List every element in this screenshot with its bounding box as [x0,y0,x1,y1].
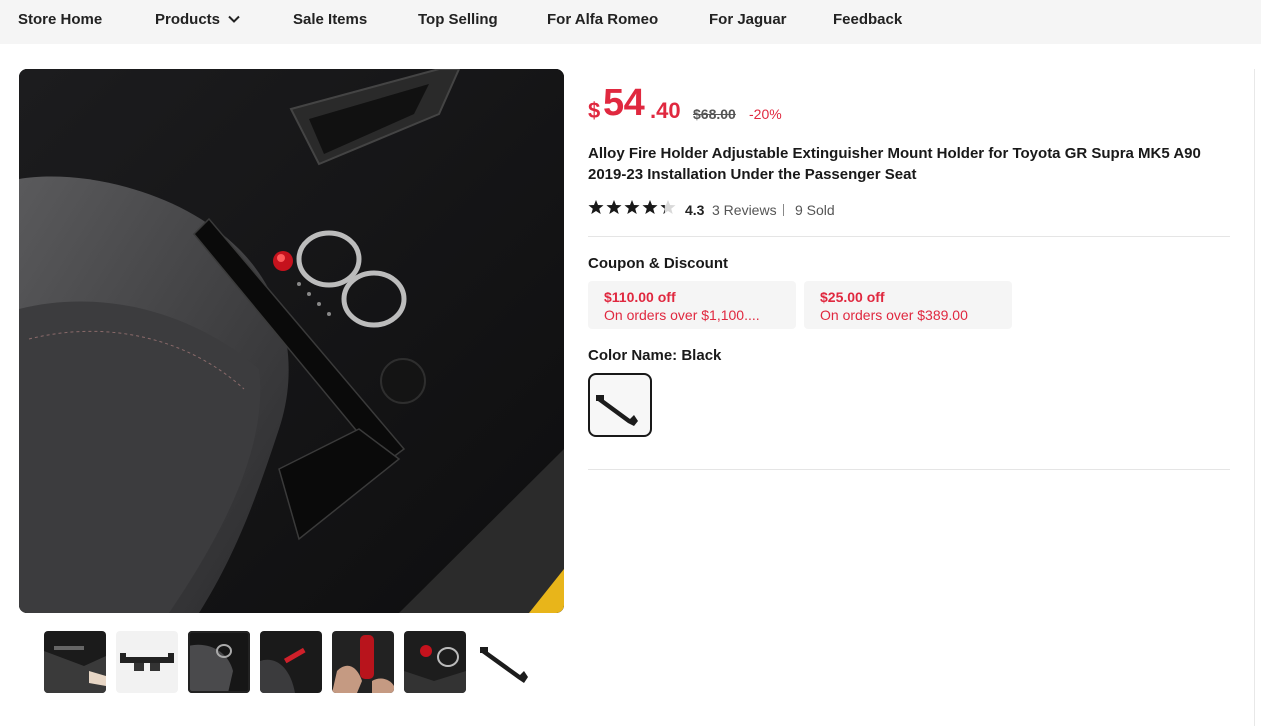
star-icon [642,199,658,218]
section-divider [588,469,1230,470]
discount-percent: -20% [749,106,782,122]
thumbnail-1[interactable] [44,631,106,693]
star-icon [624,199,640,218]
price-currency: $ [588,98,601,123]
star-icon [606,199,622,218]
panel-border [1254,69,1255,726]
section-divider [588,236,1230,237]
thumbnail-6[interactable] [404,631,466,693]
coupon-card-2[interactable]: $25.00 off On orders over $389.00 [804,281,1012,329]
nav-feedback[interactable]: Feedback [833,0,902,44]
thumbnail-5[interactable] [332,631,394,693]
reviews-link[interactable]: 3 Reviews [712,202,777,218]
nav-for-jaguar[interactable]: For Jaguar [709,0,787,44]
product-main-image[interactable] [19,69,564,613]
price-decimal: .40 [650,98,681,123]
coupon-amount: $110.00 off [604,289,676,305]
thumbnail-2[interactable] [116,631,178,693]
coupon-card-1[interactable]: $110.00 off On orders over $1,100.... [588,281,796,329]
nav-products[interactable]: Products [155,0,240,44]
sold-count: 9 Sold [795,202,835,218]
original-price: $68.00 [693,106,736,122]
product-title: Alloy Fire Holder Adjustable Extinguishe… [588,145,1201,183]
store-nav-bar: Store Home Products Sale Items Top Selli… [0,0,1261,44]
thumbnail-4[interactable] [260,631,322,693]
nav-products-label: Products [155,11,221,28]
nav-sale-items[interactable]: Sale Items [293,0,367,44]
star-icon [588,199,604,218]
coupon-condition: On orders over $389.00 [820,307,968,323]
nav-store-home[interactable]: Store Home [18,0,102,44]
color-label: Color Name: Black [588,347,722,364]
thumbnail-3[interactable] [188,631,250,693]
rating-value: 4.3 [685,202,705,218]
divider [783,204,784,216]
coupon-amount: $25.00 off [820,289,885,305]
nav-for-alfa-romeo[interactable]: For Alfa Romeo [547,0,658,44]
thumbnail-7[interactable] [476,631,538,693]
coupon-condition: On orders over $1,100.... [604,307,760,323]
color-swatch-black[interactable] [588,373,652,437]
chevron-down-icon [228,0,240,39]
nav-top-selling[interactable]: Top Selling [418,0,498,44]
star-icon [660,199,676,218]
coupon-section-label: Coupon & Discount [588,255,728,272]
price-integer: 54 [603,82,645,124]
